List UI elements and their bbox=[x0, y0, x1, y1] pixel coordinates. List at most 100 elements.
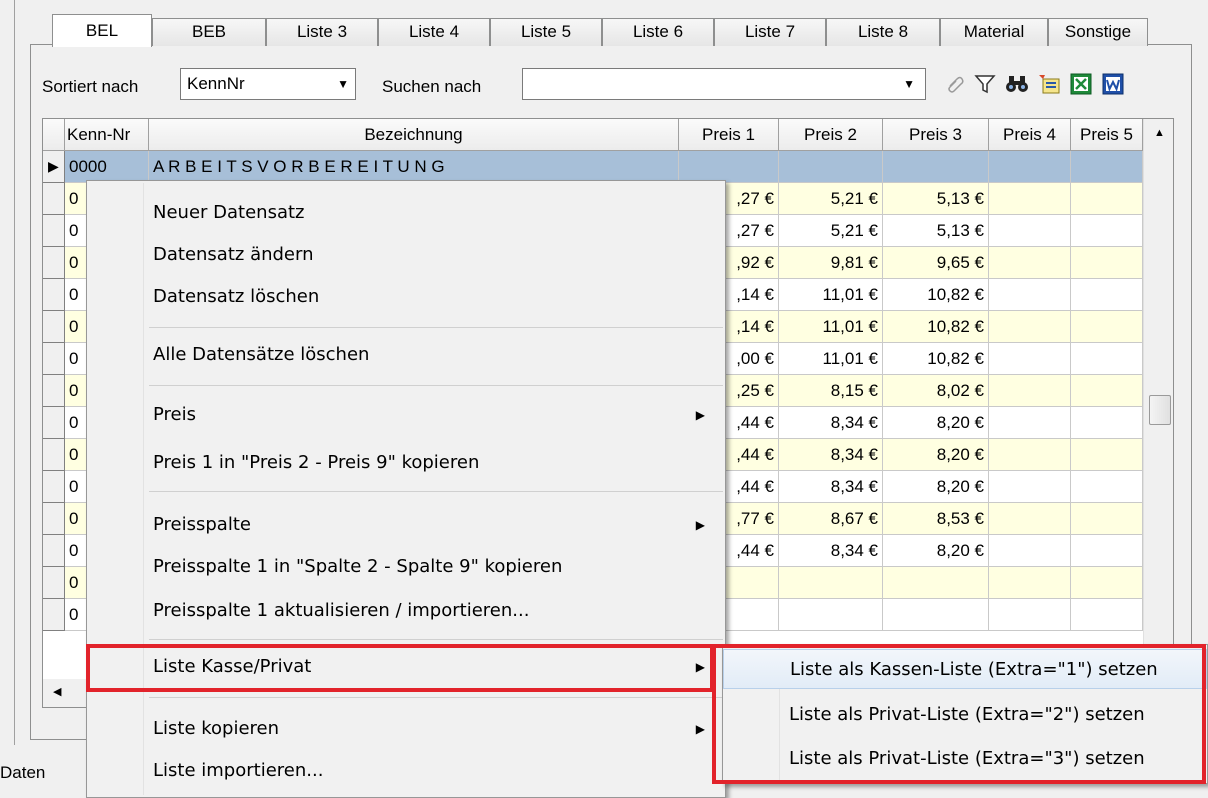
scroll-left-icon[interactable]: ◀ bbox=[53, 685, 61, 698]
cell-preis-4[interactable] bbox=[989, 247, 1071, 279]
cell-preis-3[interactable] bbox=[883, 599, 989, 631]
tab-liste-5[interactable]: Liste 5 bbox=[490, 18, 602, 46]
cell-preis-4[interactable] bbox=[989, 567, 1071, 599]
cell-preis-5[interactable] bbox=[1071, 311, 1143, 343]
word-icon[interactable] bbox=[1098, 68, 1128, 100]
row-indicator[interactable] bbox=[43, 471, 65, 503]
menu-item-preisspalte-kopieren[interactable]: Preisspalte 1 in "Spalte 2 - Spalte 9" k… bbox=[87, 547, 725, 587]
sort-icon[interactable] bbox=[1034, 68, 1064, 100]
cell-preis-3[interactable]: 5,13 € bbox=[883, 183, 989, 215]
tab-liste-4[interactable]: Liste 4 bbox=[378, 18, 490, 46]
cell-preis-2[interactable]: 8,15 € bbox=[779, 375, 883, 407]
cell-preis-2[interactable] bbox=[779, 151, 883, 183]
cell-preis-3[interactable] bbox=[883, 151, 989, 183]
row-indicator[interactable] bbox=[43, 503, 65, 535]
cell-preis-2[interactable]: 8,34 € bbox=[779, 535, 883, 567]
cell-preis-5[interactable] bbox=[1071, 343, 1143, 375]
cell-preis-4[interactable] bbox=[989, 503, 1071, 535]
row-indicator[interactable]: ▶ bbox=[43, 151, 65, 183]
row-indicator[interactable] bbox=[43, 535, 65, 567]
cell-preis-5[interactable] bbox=[1071, 247, 1143, 279]
cell-preis-4[interactable] bbox=[989, 311, 1071, 343]
row-indicator[interactable] bbox=[43, 279, 65, 311]
cell-preis-2[interactable]: 8,34 € bbox=[779, 471, 883, 503]
col-header-preis-4[interactable]: Preis 4 bbox=[989, 119, 1071, 151]
menu-item-preis[interactable]: Preis ▶ bbox=[87, 395, 725, 435]
tab-liste-3[interactable]: Liste 3 bbox=[266, 18, 378, 46]
cell-preis-4[interactable] bbox=[989, 215, 1071, 247]
search-input[interactable]: ▼ bbox=[522, 68, 926, 100]
row-indicator[interactable] bbox=[43, 375, 65, 407]
cell-preis-5[interactable] bbox=[1071, 279, 1143, 311]
cell-preis-2[interactable]: 11,01 € bbox=[779, 279, 883, 311]
cell-preis-2[interactable]: 9,81 € bbox=[779, 247, 883, 279]
cell-preis-4[interactable] bbox=[989, 407, 1071, 439]
tab-liste-6[interactable]: Liste 6 bbox=[602, 18, 714, 46]
cell-preis-4[interactable] bbox=[989, 151, 1071, 183]
cell-preis-3[interactable]: 8,02 € bbox=[883, 375, 989, 407]
table-row-selected[interactable]: ▶ 0000 A R B E I T S V O R B E R E I T U… bbox=[43, 151, 1143, 183]
cell-kenn-nr[interactable]: 0000 bbox=[65, 151, 149, 183]
cell-preis-2[interactable]: 11,01 € bbox=[779, 311, 883, 343]
cell-preis-5[interactable] bbox=[1071, 215, 1143, 247]
col-header-kenn-nr[interactable]: Kenn-Nr bbox=[65, 119, 149, 151]
scroll-up-icon[interactable]: ▲ bbox=[1154, 127, 1165, 139]
sort-select[interactable]: KennNr ▼ bbox=[180, 68, 356, 100]
cell-preis-3[interactable]: 8,20 € bbox=[883, 471, 989, 503]
binoculars-icon[interactable] bbox=[1002, 68, 1032, 100]
menu-item-alle-datensaetze-loeschen[interactable]: Alle Datensätze löschen bbox=[87, 335, 725, 375]
cell-preis-3[interactable]: 5,13 € bbox=[883, 215, 989, 247]
tab-liste-8[interactable]: Liste 8 bbox=[826, 18, 940, 46]
cell-preis-2[interactable]: 11,01 € bbox=[779, 343, 883, 375]
cell-preis-5[interactable] bbox=[1071, 439, 1143, 471]
menu-item-liste-kopieren[interactable]: Liste kopieren ▶ bbox=[87, 709, 725, 749]
filter-icon[interactable] bbox=[970, 68, 1000, 100]
cell-preis-5[interactable] bbox=[1071, 503, 1143, 535]
menu-item-preisspalte[interactable]: Preisspalte ▶ bbox=[87, 505, 725, 545]
col-header-preis-1[interactable]: Preis 1 bbox=[679, 119, 779, 151]
cell-preis-3[interactable]: 10,82 € bbox=[883, 343, 989, 375]
row-indicator[interactable] bbox=[43, 343, 65, 375]
tab-sonstige[interactable]: Sonstige bbox=[1048, 18, 1148, 46]
menu-item-preisspalte-importieren[interactable]: Preisspalte 1 aktualisieren / importiere… bbox=[87, 591, 725, 631]
col-header-preis-5[interactable]: Preis 5 bbox=[1071, 119, 1143, 151]
row-indicator[interactable] bbox=[43, 567, 65, 599]
cell-preis-3[interactable] bbox=[883, 567, 989, 599]
cell-preis-4[interactable] bbox=[989, 599, 1071, 631]
cell-preis-2[interactable]: 8,34 € bbox=[779, 407, 883, 439]
cell-preis-5[interactable] bbox=[1071, 183, 1143, 215]
cell-preis-5[interactable] bbox=[1071, 407, 1143, 439]
menu-item-neuer-datensatz[interactable]: Neuer Datensatz bbox=[87, 193, 725, 233]
cell-preis-5[interactable] bbox=[1071, 599, 1143, 631]
cell-preis-3[interactable]: 8,20 € bbox=[883, 535, 989, 567]
cell-preis-3[interactable]: 9,65 € bbox=[883, 247, 989, 279]
cell-preis-5[interactable] bbox=[1071, 375, 1143, 407]
paperclip-icon[interactable] bbox=[940, 68, 970, 100]
cell-preis-4[interactable] bbox=[989, 343, 1071, 375]
excel-icon[interactable] bbox=[1066, 68, 1096, 100]
cell-preis-4[interactable] bbox=[989, 183, 1071, 215]
row-indicator[interactable] bbox=[43, 311, 65, 343]
cell-preis-2[interactable]: 8,67 € bbox=[779, 503, 883, 535]
col-header-preis-2[interactable]: Preis 2 bbox=[779, 119, 883, 151]
tab-beb[interactable]: BEB bbox=[152, 18, 266, 46]
row-indicator[interactable] bbox=[43, 599, 65, 631]
row-indicator[interactable] bbox=[43, 183, 65, 215]
row-indicator[interactable] bbox=[43, 215, 65, 247]
cell-preis-4[interactable] bbox=[989, 535, 1071, 567]
cell-preis-5[interactable] bbox=[1071, 471, 1143, 503]
cell-preis-2[interactable]: 8,34 € bbox=[779, 439, 883, 471]
row-indicator[interactable] bbox=[43, 247, 65, 279]
cell-preis-3[interactable]: 8,20 € bbox=[883, 407, 989, 439]
col-header-bezeichnung[interactable]: Bezeichnung bbox=[149, 119, 679, 151]
cell-preis-1[interactable] bbox=[679, 151, 779, 183]
cell-preis-5[interactable] bbox=[1071, 567, 1143, 599]
cell-preis-4[interactable] bbox=[989, 439, 1071, 471]
cell-preis-2[interactable]: 5,21 € bbox=[779, 183, 883, 215]
cell-preis-5[interactable] bbox=[1071, 535, 1143, 567]
menu-item-datensatz-aendern[interactable]: Datensatz ändern bbox=[87, 235, 725, 275]
cell-bezeichnung[interactable]: A R B E I T S V O R B E R E I T U N G bbox=[149, 151, 679, 183]
cell-preis-3[interactable]: 10,82 € bbox=[883, 279, 989, 311]
menu-item-datensatz-loeschen[interactable]: Datensatz löschen bbox=[87, 277, 725, 317]
tab-material[interactable]: Material bbox=[940, 18, 1048, 46]
